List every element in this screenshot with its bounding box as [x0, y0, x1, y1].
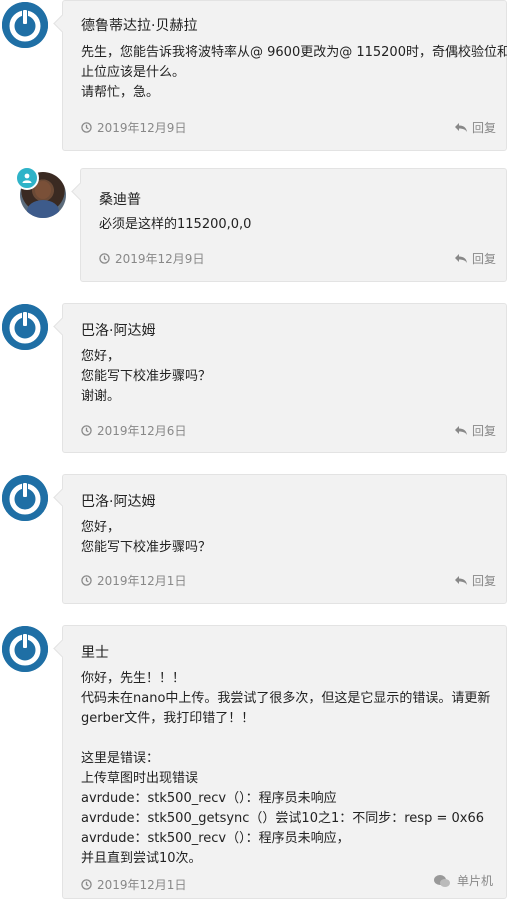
- reply-button[interactable]: 回复: [454, 119, 496, 136]
- wechat-icon: [433, 874, 450, 887]
- power-icon: [2, 304, 48, 350]
- comment-date: 2019年12月1日: [81, 876, 186, 893]
- avatar: [2, 626, 48, 672]
- reply-label: 回复: [471, 121, 496, 135]
- watermark: 单片机: [433, 872, 493, 889]
- comment-text: 先生，您能告诉我将波特率从@ 9600更改为@ 115200时，奇偶校验位和停 …: [81, 43, 507, 103]
- comment-card: 巴洛·阿达姆 您好， 您能写下校准步骤吗？ 2019年12月1日 回复: [62, 474, 507, 604]
- watermark-text: 单片机: [456, 874, 493, 888]
- power-icon: [2, 475, 48, 521]
- reply-label: 回复: [471, 574, 496, 588]
- comment-date: 2019年12月9日: [99, 250, 204, 267]
- reply-label: 回复: [471, 252, 496, 266]
- reply-icon: [454, 576, 467, 585]
- reply-label: 回复: [471, 424, 496, 438]
- avatar: [2, 304, 48, 350]
- clock-icon: [81, 879, 92, 890]
- reply-icon: [454, 123, 467, 132]
- comment-line: 代码未在nano中上传。我尝试了很多次，但这是它显示的错误。请更新: [81, 691, 491, 706]
- comment-card: 德鲁蒂达拉·贝赫拉 先生，您能告诉我将波特率从@ 9600更改为@ 115200…: [62, 0, 507, 151]
- date-text: 2019年12月1日: [97, 574, 187, 588]
- power-icon: [2, 2, 48, 48]
- comment-text: 必须是这样的115200,0,0: [99, 215, 496, 235]
- comment-line: 您好，: [81, 349, 121, 364]
- comment-card: 里士 你好，先生！！！ 代码未在nano中上传。我尝试了很多次，但这是它显示的错…: [62, 625, 507, 899]
- clock-icon: [81, 122, 92, 133]
- comment-text: 您好， 您能写下校准步骤吗？: [81, 518, 496, 558]
- comment-line: 上传草图时出现错误: [81, 771, 199, 786]
- comment-author: 桑迪普: [99, 192, 141, 208]
- power-icon: [2, 626, 48, 672]
- comment-author: 巴洛·阿达姆: [81, 323, 156, 339]
- comment-line: 先生，您能告诉我将波特率从@ 9600更改为@ 115200时，奇偶校验位和停: [81, 45, 507, 60]
- comment-line: avrdude：stk500_getsync（）尝试10之1：不同步：resp …: [81, 811, 484, 826]
- reply-icon: [454, 426, 467, 435]
- clock-icon: [99, 253, 110, 264]
- comment-line: 止位应该是什么。: [81, 65, 186, 80]
- reply-icon: [454, 254, 467, 263]
- user-badge: [15, 166, 39, 190]
- comment-author: 德鲁蒂达拉·贝赫拉: [81, 18, 198, 34]
- comment-line: 这里是错误：: [81, 751, 160, 766]
- reply-button[interactable]: 回复: [454, 572, 496, 589]
- reply-button[interactable]: 回复: [454, 422, 496, 439]
- comment-author: 里士: [81, 645, 109, 661]
- comment-date: 2019年12月6日: [81, 422, 186, 439]
- avatar: [2, 475, 48, 521]
- comment-line: 您能写下校准步骤吗？: [81, 369, 212, 384]
- clock-icon: [81, 425, 92, 436]
- comment-line: avrdude：stk500_recv（）：程序员未响应: [81, 791, 337, 806]
- date-text: 2019年12月1日: [97, 878, 187, 892]
- comment-date: 2019年12月1日: [81, 572, 186, 589]
- comment-line: 谢谢。: [81, 389, 121, 404]
- comment-text: 你好，先生！！！ 代码未在nano中上传。我尝试了很多次，但这是它显示的错误。请…: [81, 669, 496, 869]
- date-text: 2019年12月9日: [97, 121, 187, 135]
- comment-date: 2019年12月9日: [81, 119, 186, 136]
- comment-line: gerber文件，我打印错了！！: [81, 711, 255, 726]
- comment-line: 必须是这样的115200,0,0: [99, 217, 252, 232]
- comment-card: 巴洛·阿达姆 您好， 您能写下校准步骤吗？ 谢谢。 2019年12月6日 回复: [62, 303, 507, 453]
- comment-card: 桑迪普 必须是这样的115200,0,0 2019年12月9日 回复: [80, 168, 507, 282]
- comment-line: 并且直到尝试10次。: [81, 851, 202, 866]
- comment-author: 巴洛·阿达姆: [81, 494, 156, 510]
- date-text: 2019年12月9日: [115, 252, 205, 266]
- clock-icon: [81, 575, 92, 586]
- comment-text: 您好， 您能写下校准步骤吗？ 谢谢。: [81, 347, 496, 407]
- comment-line: 您能写下校准步骤吗？: [81, 540, 212, 555]
- comment-line: avrdude：stk500_recv（）：程序员未响应，: [81, 831, 350, 846]
- avatar: [2, 2, 48, 48]
- comment-line: 你好，先生！！！: [81, 671, 186, 686]
- comment-line: 请帮忙，急。: [81, 85, 160, 100]
- comment-line: 您好，: [81, 520, 121, 535]
- reply-button[interactable]: 回复: [454, 250, 496, 267]
- date-text: 2019年12月6日: [97, 424, 187, 438]
- user-icon: [22, 173, 32, 183]
